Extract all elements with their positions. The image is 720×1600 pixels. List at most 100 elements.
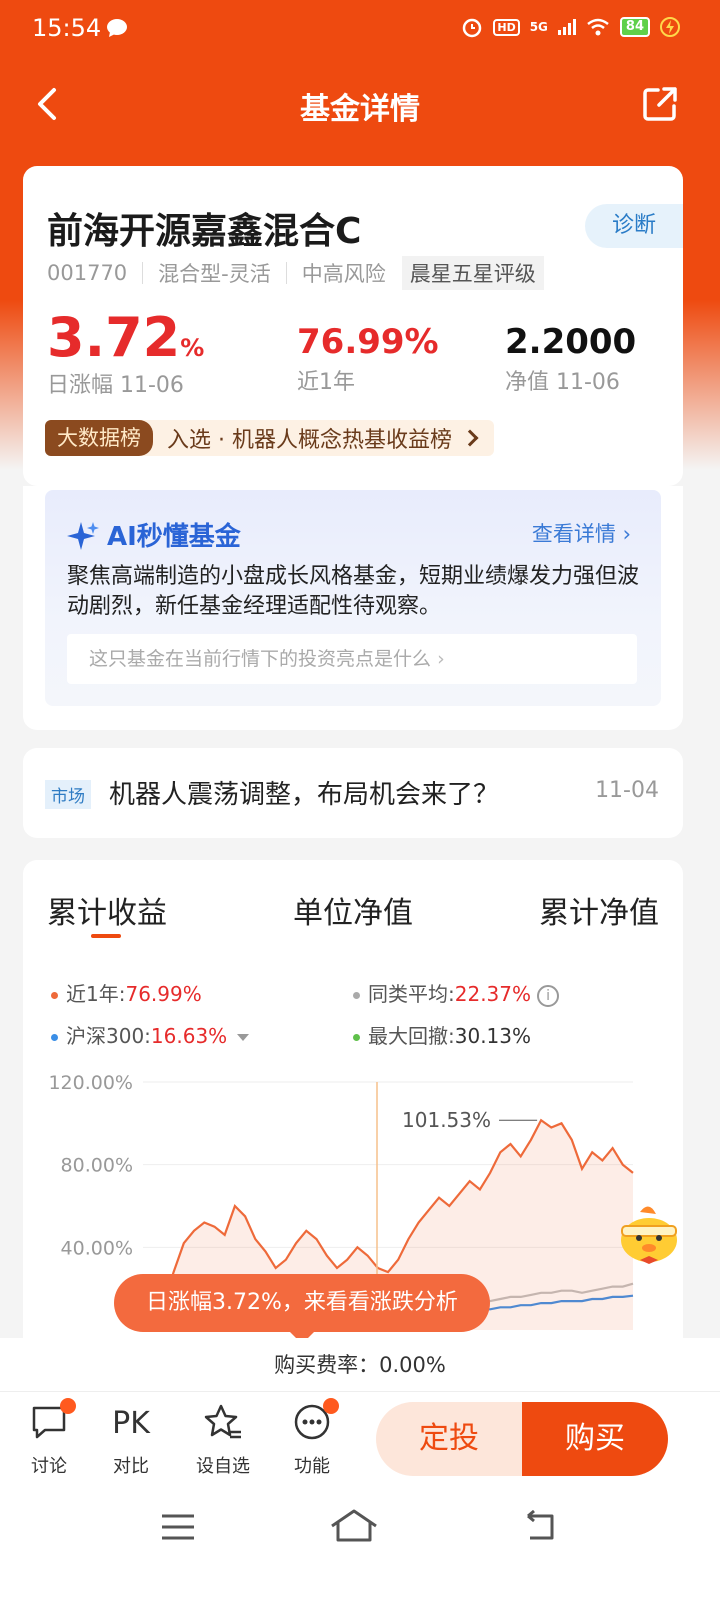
daily-change-unit: %	[180, 334, 205, 362]
legend-value: 22.37%	[454, 982, 532, 1006]
rank-badge: 大数据榜	[45, 420, 153, 456]
add-watchlist-button[interactable]: 设自选	[188, 1402, 258, 1478]
function-label: 功能	[294, 1456, 330, 1477]
tab-cumulative-return[interactable]: 累计收益	[47, 888, 167, 932]
daily-change-stat: 3.72% 日涨幅 11-06	[47, 306, 204, 399]
status-bar: 15:54 HD 5G 84	[0, 0, 720, 58]
change-analysis-tip[interactable]: 日涨幅3.72%，来看看涨跌分析	[114, 1274, 490, 1344]
nav-label: 净值 11-06	[505, 370, 620, 395]
peak-label: 101.53%	[402, 1108, 491, 1132]
year-return-stat: 76.99% 近1年	[297, 322, 439, 396]
tab-cumulative-nav[interactable]: 累计净值	[539, 888, 659, 932]
fund-type: 混合型-灵活	[158, 262, 271, 286]
function-icon-wrap	[277, 1398, 347, 1446]
discuss-label: 讨论	[31, 1456, 67, 1477]
daily-change-value: 3.72	[47, 306, 181, 369]
fund-name: 前海开源嘉鑫混合C	[47, 211, 362, 252]
diagnose-button[interactable]: 诊断	[585, 204, 683, 248]
notification-dot	[60, 1398, 76, 1414]
legend-label: 最大回撤:	[368, 1024, 455, 1048]
chevron-right-icon: ›	[622, 522, 631, 546]
hd-icon: HD	[493, 18, 520, 36]
star-icon	[204, 1404, 241, 1439]
pk-icon: PK	[112, 1406, 150, 1441]
share-icon[interactable]	[642, 86, 678, 122]
y-tick-label: 120.00%	[48, 1072, 133, 1094]
active-tab-indicator	[91, 934, 121, 938]
news-date: 11-04	[595, 778, 659, 803]
legend-label: 沪深300:	[66, 1024, 151, 1048]
legend-dot	[51, 1034, 58, 1041]
notification-dot	[323, 1398, 339, 1414]
compare-label: 对比	[113, 1456, 149, 1477]
message-icon	[107, 19, 127, 37]
legend-label: 同类平均:	[368, 982, 455, 1006]
wifi-icon	[587, 18, 609, 36]
ai-question-prompt[interactable]: 这只基金在当前行情下的投资亮点是什么 ›	[67, 634, 637, 684]
compare-button[interactable]: PK 对比	[96, 1402, 166, 1478]
news-title: 机器人震荡调整，布局机会来了？	[109, 780, 500, 810]
charging-icon	[660, 17, 680, 37]
watch-label: 设自选	[196, 1456, 250, 1477]
legend-peer-average: 同类平均:22.37% i	[353, 978, 560, 1007]
legend-value: 30.13%	[454, 1024, 532, 1048]
mascot-icon[interactable]	[614, 1200, 684, 1266]
rank-banner[interactable]: 大数据榜 入选 · 机器人概念热基收益榜	[45, 420, 494, 456]
info-icon[interactable]: i	[537, 984, 560, 1007]
fund-risk: 中高风险	[301, 262, 386, 286]
legend-dot	[353, 992, 360, 999]
ai-more-label: 查看详情	[531, 522, 616, 546]
chevron-right-icon: ›	[437, 648, 445, 670]
purchase-fee: 购买费率：0.00%	[0, 1338, 720, 1392]
back-nav-icon[interactable]	[520, 1510, 556, 1542]
discuss-icon-wrap	[14, 1398, 84, 1446]
nav-stat: 2.2000 净值 11-06	[505, 322, 636, 396]
daily-change-label: 日涨幅 11-06	[47, 373, 184, 398]
function-button[interactable]: 功能	[277, 1398, 347, 1478]
battery-icon: 84	[619, 17, 650, 37]
navigation-bar: 基金详情	[0, 70, 720, 138]
bottom-action-bar: 讨论 PK 对比 设自选 功能 定投 购买	[0, 1392, 720, 1488]
divider	[142, 262, 144, 284]
legend-dot	[353, 1034, 360, 1041]
watch-icon-wrap	[188, 1402, 258, 1446]
legend-value: 76.99%	[125, 982, 202, 1006]
legend-fund: 近1年:76.99%	[51, 978, 202, 1007]
sparkle-icon	[67, 522, 99, 550]
legend-hs300[interactable]: 沪深300:16.63%	[51, 1020, 250, 1049]
news-card[interactable]: 市场 机器人震荡调整，布局机会来了？ 11-04	[23, 748, 683, 838]
rank-text: 入选 · 机器人概念热基收益榜	[167, 428, 452, 453]
chevron-right-icon	[461, 429, 479, 447]
ai-view-details-link[interactable]: 查看详情 ›	[532, 518, 631, 548]
status-icons: HD 5G 84	[461, 16, 680, 38]
legend-dot	[51, 992, 58, 999]
home-icon[interactable]	[330, 1508, 378, 1544]
legend-max-drawdown: 最大回撤:30.13%	[353, 1020, 531, 1049]
menu-icon[interactable]	[160, 1512, 196, 1542]
ai-summary-box: AI秒懂基金 查看详情 › 聚焦高端制造的小盘成长风格基金，短期业绩爆发力强但波…	[45, 490, 661, 706]
year-return-label: 近1年	[297, 370, 355, 395]
y-tick-label: 80.00%	[61, 1155, 133, 1177]
fund-meta-row: 001770 混合型-灵活 中高风险 晨星五星评级	[47, 256, 544, 290]
chart-tabs: 累计收益 单位净值 累计净值	[23, 888, 683, 948]
signal-icon: 5G	[529, 20, 548, 34]
fund-summary-card: 前海开源嘉鑫混合C 诊断 001770 混合型-灵活 中高风险 晨星五星评级 3…	[23, 166, 683, 486]
dropdown-arrow-icon	[237, 1034, 250, 1041]
discuss-button[interactable]: 讨论	[14, 1398, 84, 1478]
ai-question-text: 这只基金在当前行情下的投资亮点是什么	[89, 648, 432, 670]
tab-unit-nav[interactable]: 单位净值	[293, 888, 413, 932]
buy-button[interactable]: 购买	[522, 1402, 668, 1476]
auto-invest-button[interactable]: 定投	[376, 1402, 522, 1476]
status-time: 15:54	[32, 14, 102, 42]
page-title: 基金详情	[300, 92, 420, 127]
signal-bars-icon	[557, 19, 576, 35]
fund-code: 001770	[47, 261, 128, 285]
rating-tag[interactable]: 晨星五星评级	[401, 256, 544, 290]
divider	[285, 262, 287, 284]
ai-summary-card: AI秒懂基金 查看详情 › 聚焦高端制造的小盘成长风格基金，短期业绩爆发力强但波…	[23, 486, 683, 730]
ai-summary-text: 聚焦高端制造的小盘成长风格基金，短期业绩爆发力强但波动剧烈，新任基金经理适配性待…	[67, 564, 640, 619]
year-return-value: 76.99%	[297, 322, 439, 362]
alarm-icon	[463, 18, 482, 38]
legend-label: 近1年:	[66, 982, 126, 1006]
y-tick-label: 40.00%	[61, 1237, 133, 1259]
